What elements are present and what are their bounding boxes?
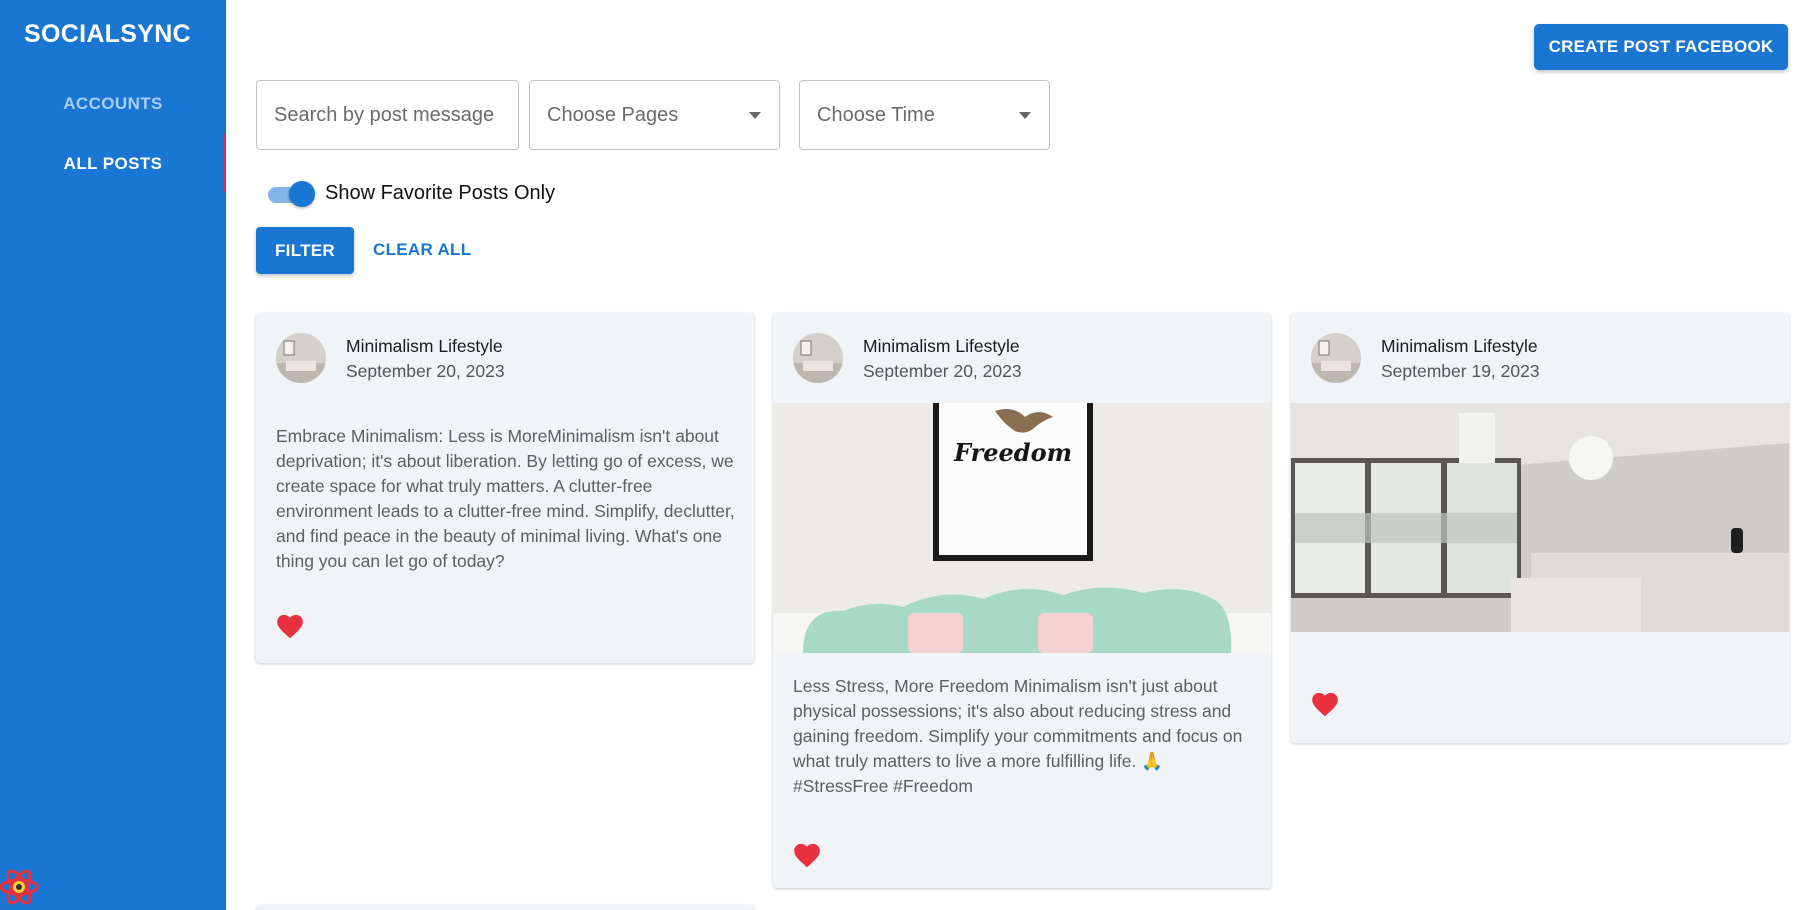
page-name: Minimalism Lifestyle	[1381, 336, 1538, 356]
chevron-down-icon	[1019, 112, 1031, 119]
sidebar: SOCIALSYNC ACCOUNTS ALL POSTS	[0, 0, 226, 910]
create-post-button[interactable]: CREATE POST FACEBOOK	[1534, 24, 1788, 70]
chevron-down-icon	[749, 112, 761, 119]
filter-button[interactable]: FILTER	[256, 227, 354, 274]
page-name: Minimalism Lifestyle	[346, 336, 503, 356]
toggle-thumb	[289, 181, 315, 207]
react-logo-icon[interactable]	[0, 858, 42, 906]
post-date: September 20, 2023	[863, 361, 1022, 381]
post-card: Minimalism Lifestyle September 20, 2023 …	[773, 313, 1271, 888]
post-image[interactable]: Freedom	[773, 403, 1271, 653]
post-message: Embrace Minimalism: Less is MoreMinimali…	[276, 426, 735, 571]
sidebar-item-accounts[interactable]: ACCOUNTS	[0, 94, 226, 114]
search-placeholder: Search by post message	[274, 103, 495, 126]
avatar	[793, 333, 843, 383]
pages-select[interactable]: Choose Pages	[529, 80, 780, 150]
post-message: Less Stress, More Freedom Minimalism isn…	[793, 676, 1243, 796]
page-name: Minimalism Lifestyle	[863, 336, 1020, 356]
heart-icon[interactable]	[1311, 691, 1339, 717]
poster-text: Freedom	[953, 438, 1072, 467]
heart-icon[interactable]	[276, 613, 304, 639]
post-date: September 20, 2023	[346, 361, 505, 381]
clear-all-button[interactable]: CLEAR ALL	[373, 240, 471, 260]
active-indicator	[223, 134, 226, 192]
app-brand: SOCIALSYNC	[24, 20, 191, 48]
search-input[interactable]: Search by post message	[256, 80, 519, 150]
post-card: Minimalism Lifestyle September 20, 2023 …	[256, 313, 754, 663]
heart-icon[interactable]	[793, 842, 821, 868]
favorite-toggle[interactable]	[266, 181, 316, 207]
post-image[interactable]	[1291, 403, 1789, 632]
post-date: September 19, 2023	[1381, 361, 1540, 381]
sidebar-item-all-posts[interactable]: ALL POSTS	[0, 154, 226, 174]
post-card	[256, 905, 754, 910]
time-select[interactable]: Choose Time	[799, 80, 1050, 150]
favorite-toggle-label: Show Favorite Posts Only	[325, 182, 556, 204]
pages-select-label: Choose Pages	[547, 103, 679, 126]
post-card: Minimalism Lifestyle September 19, 2023	[1291, 313, 1789, 743]
time-select-label: Choose Time	[817, 103, 935, 126]
avatar	[1311, 333, 1361, 383]
avatar	[276, 333, 326, 383]
